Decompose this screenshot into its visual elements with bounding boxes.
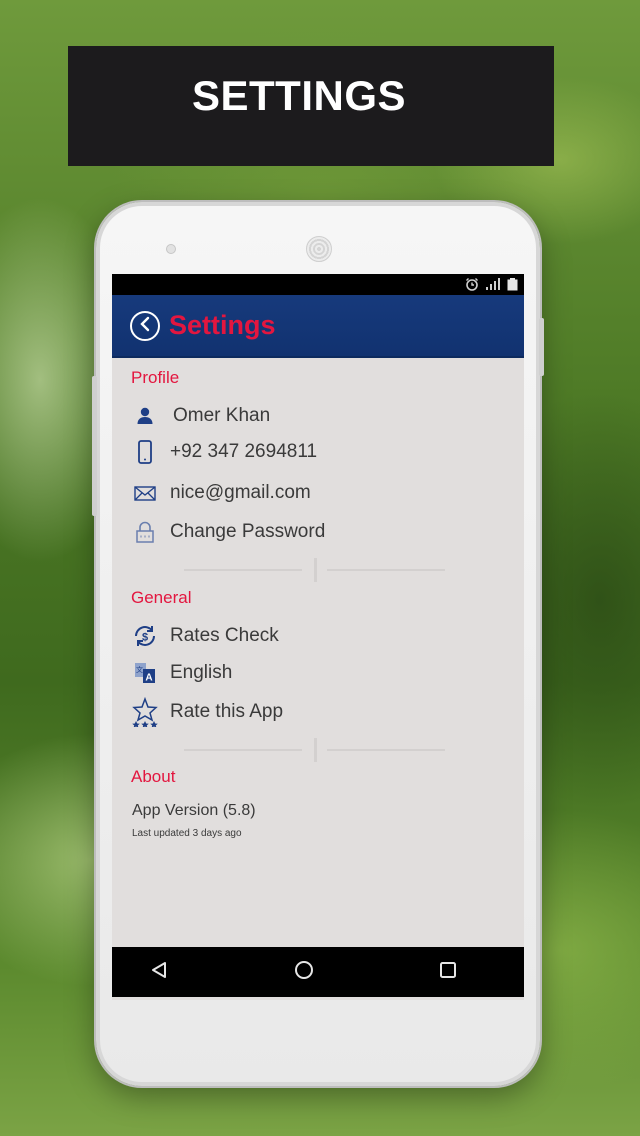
- profile-phone-row[interactable]: +92 347 2694811: [130, 437, 317, 467]
- recents-square-icon: [438, 960, 458, 985]
- phone-power-button: [539, 318, 544, 376]
- system-nav-bar: [112, 947, 524, 997]
- section-divider: [184, 738, 446, 762]
- lock-icon: [130, 517, 160, 547]
- change-password-label: Change Password: [170, 521, 326, 542]
- person-icon: [130, 401, 160, 431]
- banner-title: SETTINGS: [192, 72, 407, 119]
- profile-name-row[interactable]: Omer Khan: [130, 401, 270, 431]
- rate-app-row[interactable]: Rate this App: [130, 697, 283, 727]
- language-value: English: [170, 662, 233, 683]
- nav-back-button[interactable]: [144, 957, 174, 987]
- phone-side-button: [92, 376, 97, 516]
- section-label-general: General: [131, 588, 192, 607]
- status-bar: [112, 274, 524, 295]
- last-updated: Last updated 3 days ago: [132, 828, 242, 839]
- home-circle-icon: [293, 959, 315, 986]
- rates-check-row[interactable]: $ Rates Check: [130, 621, 279, 651]
- promo-banner: SETTINGS: [68, 46, 554, 166]
- language-row[interactable]: A文 English: [130, 658, 232, 688]
- front-camera: [166, 244, 176, 254]
- currency-exchange-icon: $: [130, 621, 160, 651]
- profile-name: Omer Khan: [173, 405, 271, 426]
- section-label-about: About: [131, 767, 176, 786]
- section-label-profile: Profile: [131, 368, 180, 387]
- phone-frame: Settings Profile Omer Khan +92 347 26948…: [92, 202, 544, 1086]
- rate-app-label: Rate this App: [170, 701, 284, 722]
- phone-icon: [130, 437, 160, 467]
- profile-email: nice@gmail.com: [170, 482, 311, 503]
- signal-icon: [485, 277, 501, 296]
- section-divider: [184, 558, 446, 582]
- app-version: App Version (5.8): [132, 802, 256, 819]
- star-rating-icon: [130, 697, 160, 727]
- mail-icon: [130, 478, 160, 508]
- app-header: Settings: [112, 295, 524, 358]
- rates-check-label: Rates Check: [170, 625, 279, 646]
- back-button[interactable]: [130, 311, 160, 341]
- svg-text:文: 文: [136, 665, 143, 674]
- profile-email-row[interactable]: nice@gmail.com: [130, 478, 311, 508]
- change-password-row[interactable]: Change Password: [130, 517, 325, 547]
- battery-icon: [507, 277, 518, 296]
- earpiece-speaker: [306, 236, 332, 262]
- chevron-left-icon: [138, 316, 152, 337]
- back-triangle-icon: [149, 960, 169, 985]
- alarm-icon: [465, 277, 479, 296]
- svg-text:$: $: [142, 632, 148, 644]
- nav-recents-button[interactable]: [433, 957, 463, 987]
- translate-icon: A文: [130, 658, 160, 688]
- app-screen: Settings Profile Omer Khan +92 347 26948…: [112, 274, 524, 1000]
- svg-text:A: A: [145, 673, 152, 684]
- nav-home-button[interactable]: [289, 957, 319, 987]
- page-title: Settings: [169, 310, 276, 340]
- profile-phone: +92 347 2694811: [170, 441, 318, 462]
